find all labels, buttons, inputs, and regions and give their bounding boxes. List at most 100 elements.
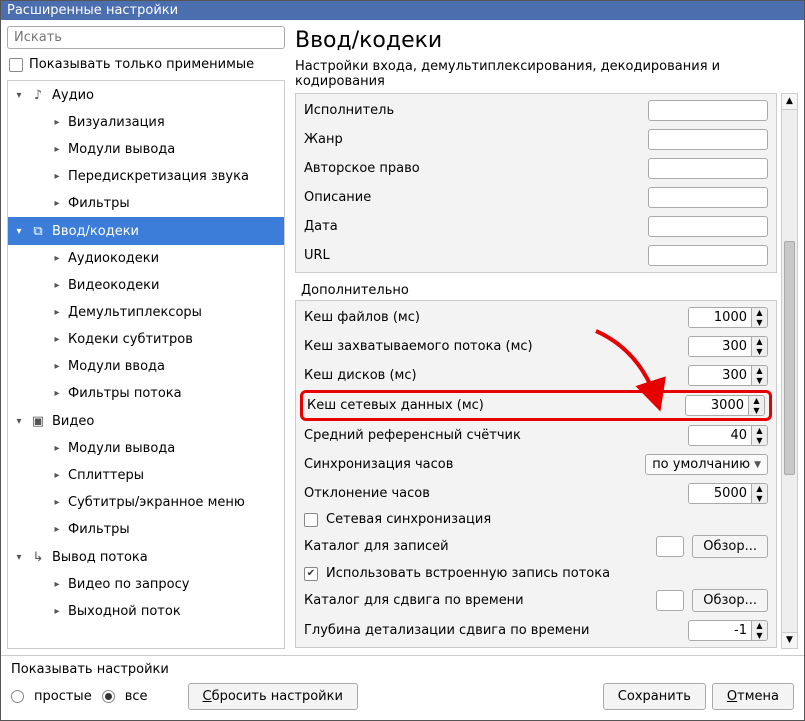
tree-item[interactable]: ▸Визуализация xyxy=(8,109,284,136)
net-sync-row[interactable]: Сетевая синхронизация xyxy=(298,508,774,531)
tree-item[interactable]: ▸Фильтры xyxy=(8,190,284,217)
network-cache-input[interactable] xyxy=(686,396,748,415)
content-area: Показывать только применимые ▾♪Аудио▸Виз… xyxy=(1,20,804,655)
tree-item-label: Модули вывода xyxy=(68,142,175,157)
scroll-thumb[interactable] xyxy=(784,241,795,476)
tree-item[interactable]: ▸Видео по запросу xyxy=(8,571,284,598)
tree-item[interactable]: ▸ Модули вывода xyxy=(8,136,284,163)
metadata-input[interactable] xyxy=(648,216,768,237)
scroll-down-button[interactable]: ▼ xyxy=(782,632,797,648)
use-builtin-row[interactable]: Использовать встроенную запись потока xyxy=(298,562,774,585)
tree-item[interactable]: ▸ Видеокодеки xyxy=(8,272,284,299)
chevron-right-icon[interactable]: ▸ xyxy=(52,171,62,182)
chevron-down-icon[interactable]: ▾ xyxy=(14,226,24,237)
timeshift-depth-input[interactable] xyxy=(689,621,751,640)
chevron-right-icon[interactable]: ▸ xyxy=(52,443,62,454)
chevron-down-icon[interactable]: ▾ xyxy=(14,552,24,563)
all-radio[interactable] xyxy=(102,690,115,703)
tree-item[interactable]: ▸Фильтры потока xyxy=(8,380,284,407)
timeshift-dir-input[interactable] xyxy=(656,590,684,611)
spin-buttons[interactable]: ▲▼ xyxy=(751,337,767,356)
chevron-right-icon[interactable]: ▸ xyxy=(52,144,62,155)
capture-cache-input[interactable] xyxy=(689,337,751,356)
tree-item[interactable]: ▸Модули вывода xyxy=(8,435,284,462)
tree-item[interactable]: ▸Модули ввода xyxy=(8,353,284,380)
chevron-right-icon[interactable]: ▸ xyxy=(52,497,62,508)
category-tree[interactable]: ▾♪Аудио▸Визуализация▸Модули вывода▸Перед… xyxy=(7,80,285,649)
tree-item[interactable]: ▾▣Видео xyxy=(8,407,284,435)
clock-dev-spinbox[interactable]: ▲▼ xyxy=(688,483,768,504)
scroll-track[interactable] xyxy=(782,110,797,632)
tree-item[interactable]: ▸Фильтры xyxy=(8,516,284,543)
chevron-right-icon[interactable]: ▸ xyxy=(52,334,62,345)
chevron-right-icon[interactable]: ▸ xyxy=(52,117,62,128)
file-cache-spinbox[interactable]: ▲▼ xyxy=(688,307,768,328)
tree-item[interactable]: ▾↳Вывод потока xyxy=(8,543,284,571)
tree-item[interactable]: ▾♪Аудио xyxy=(8,81,284,109)
settings-scrollbar[interactable]: ▲ ▼ xyxy=(781,93,798,649)
save-button[interactable]: Сохранить xyxy=(603,683,706,710)
tree-item[interactable]: ▸Выходной поток xyxy=(8,598,284,625)
clock-dev-input[interactable] xyxy=(689,484,751,503)
metadata-group: ИсполнительЖанрАвторское правоОписаниеДа… xyxy=(295,93,777,273)
chevron-right-icon[interactable]: ▸ xyxy=(52,307,62,318)
metadata-label: Авторское право xyxy=(304,161,640,176)
tree-item[interactable]: ▸Субтитры/экранное меню xyxy=(8,489,284,516)
metadata-input[interactable] xyxy=(648,245,768,266)
metadata-input[interactable] xyxy=(648,100,768,121)
ref-counter-input[interactable] xyxy=(689,426,751,445)
ref-counter-spinbox[interactable]: ▲▼ xyxy=(688,425,768,446)
file-cache-input[interactable] xyxy=(689,308,751,327)
chevron-right-icon[interactable]: ▸ xyxy=(52,280,62,291)
reset-button[interactable]: Сбросить настройки xyxy=(188,683,358,710)
metadata-row: Дата xyxy=(298,212,774,241)
chevron-right-icon[interactable]: ▸ xyxy=(52,579,62,590)
clock-sync-combo[interactable]: по умолчанию ▼ xyxy=(645,454,768,475)
tree-item[interactable]: ▾⧉Ввод/кодеки xyxy=(8,217,284,245)
record-dir-input[interactable] xyxy=(656,536,684,557)
tree-item[interactable]: ▸Демультиплексоры xyxy=(8,299,284,326)
net-sync-checkbox[interactable] xyxy=(304,513,318,527)
simple-radio[interactable] xyxy=(11,690,24,703)
chevron-right-icon[interactable]: ▸ xyxy=(52,470,62,481)
chevron-down-icon[interactable]: ▾ xyxy=(14,90,24,101)
clock-sync-label: Синхронизация часов xyxy=(304,457,637,472)
capture-cache-spinbox[interactable]: ▲▼ xyxy=(688,336,768,357)
chevron-right-icon[interactable]: ▸ xyxy=(52,198,62,209)
spin-buttons[interactable]: ▲▼ xyxy=(751,484,767,503)
disc-cache-spinbox[interactable]: ▲▼ xyxy=(688,365,768,386)
record-dir-browse-button[interactable]: Обзор... xyxy=(692,535,768,558)
chevron-down-icon[interactable]: ▾ xyxy=(14,416,24,427)
window-titlebar: Расширенные настройки xyxy=(1,1,804,20)
tree-item[interactable]: ▸Кодеки субтитров xyxy=(8,326,284,353)
spin-buttons[interactable]: ▲▼ xyxy=(751,426,767,445)
metadata-input[interactable] xyxy=(648,129,768,150)
spin-buttons[interactable]: ▲▼ xyxy=(751,621,767,640)
tree-item[interactable]: ▸Аудиокодеки xyxy=(8,245,284,272)
timeshift-dir-browse-button[interactable]: Обзор... xyxy=(692,589,768,612)
chevron-right-icon[interactable]: ▸ xyxy=(52,606,62,617)
spin-buttons[interactable]: ▲▼ xyxy=(748,396,764,415)
disc-cache-input[interactable] xyxy=(689,366,751,385)
show-applicable-row[interactable]: Показывать только применимые xyxy=(7,53,285,76)
spin-buttons[interactable]: ▲▼ xyxy=(751,366,767,385)
chevron-right-icon[interactable]: ▸ xyxy=(52,524,62,535)
chevron-right-icon[interactable]: ▸ xyxy=(52,361,62,372)
timeshift-depth-spinbox[interactable]: ▲▼ xyxy=(688,620,768,641)
cancel-button[interactable]: Отмена xyxy=(712,683,794,710)
chevron-right-icon[interactable]: ▸ xyxy=(52,388,62,399)
metadata-input[interactable] xyxy=(648,187,768,208)
record-dir-label: Каталог для записей xyxy=(304,539,648,554)
show-applicable-checkbox[interactable] xyxy=(9,58,23,72)
search-input[interactable] xyxy=(7,26,285,49)
scroll-up-button[interactable]: ▲ xyxy=(782,94,797,110)
use-builtin-checkbox[interactable] xyxy=(304,567,318,581)
metadata-input[interactable] xyxy=(648,158,768,179)
chevron-right-icon[interactable]: ▸ xyxy=(52,253,62,264)
spin-buttons[interactable]: ▲▼ xyxy=(751,308,767,327)
tree-item-label: Ввод/кодеки xyxy=(52,224,139,239)
tree-item[interactable]: ▸Передискретизация звука xyxy=(8,163,284,190)
network-cache-spinbox[interactable]: ▲▼ xyxy=(685,395,765,416)
tree-item-label: Видеокодеки xyxy=(68,278,159,293)
tree-item[interactable]: ▸Сплиттеры xyxy=(8,462,284,489)
